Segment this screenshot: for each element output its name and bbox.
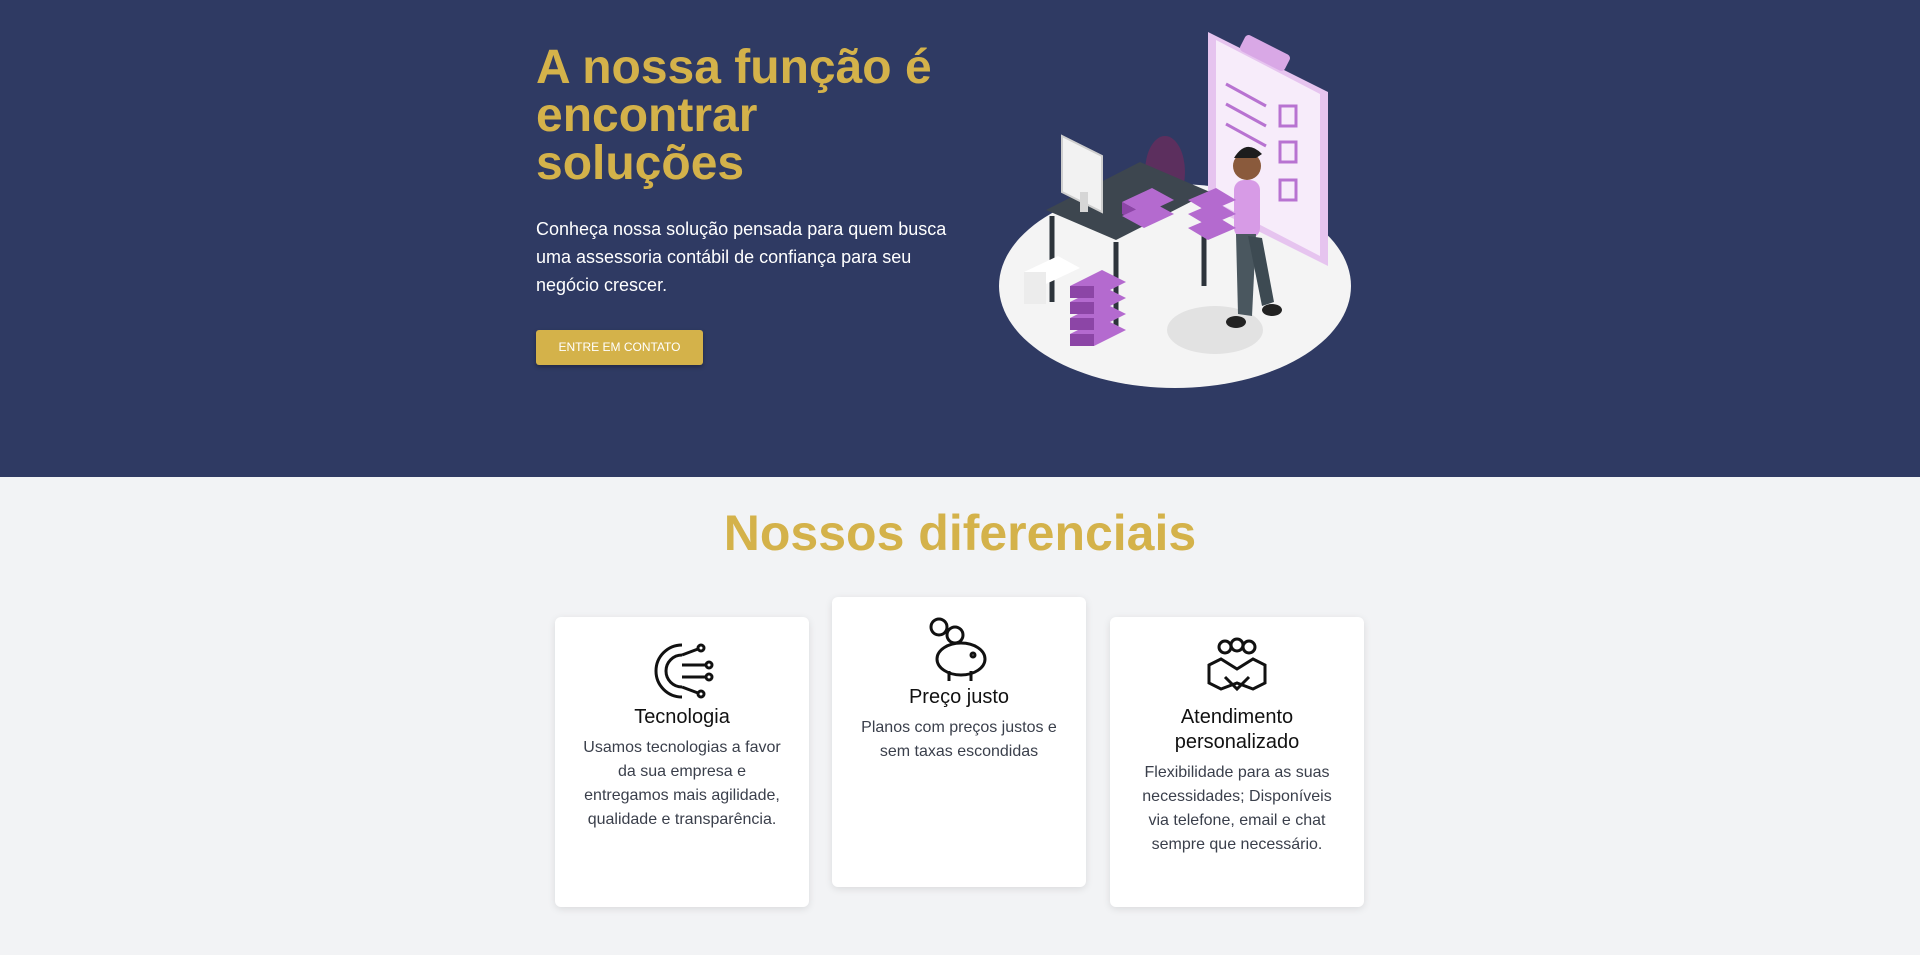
piggy-bank-icon [929,617,987,681]
feature-title: Atendimento personalizado [1174,706,1300,753]
feature-card-technology: Tecnologia Usamos tecnologias a favor da… [555,617,809,907]
handshake-icon [1207,637,1267,692]
feature-card-personalized-service: Atendimento personalizado Flexibilidade … [1110,617,1364,907]
contact-button[interactable]: ENTRE EM CONTATO [536,330,703,365]
hero-subtitle: Conheça nossa solução pensada para quem … [536,219,947,295]
feature-card-fair-price: Preço justo Planos com preços justos e s… [832,597,1086,887]
features-title: Nossos diferenciais [723,505,1197,561]
hero-section: A nossa função é encontrar soluções Conh… [0,0,1920,477]
feature-text: Flexibilidade para as suas necessidades;… [1142,764,1332,853]
feature-text: Usamos tecnologias a favor da sua empres… [583,739,781,828]
feature-title: Preço justo [908,686,1010,708]
feature-text: Planos com preços justos e sem taxas esc… [861,719,1057,760]
feature-title: Tecnologia [634,706,730,728]
office-illustration [999,32,1351,388]
technology-gear-icon [654,643,714,699]
hero-title: A nossa função é encontrar soluções [536,41,932,190]
